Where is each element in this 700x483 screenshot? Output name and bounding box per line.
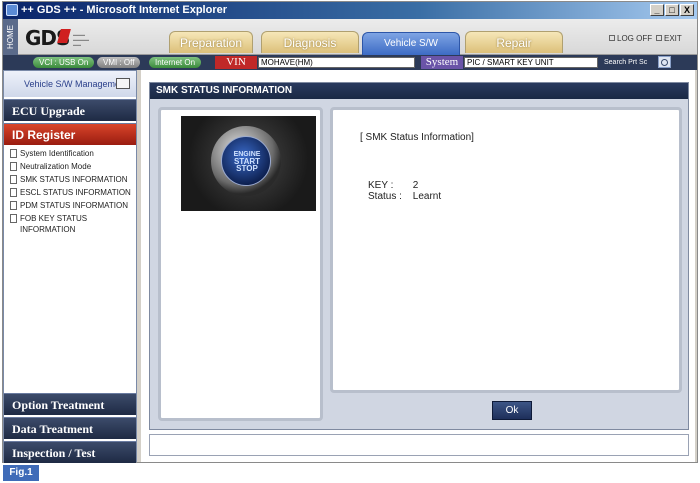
exit-icon xyxy=(656,35,662,41)
sidebar-item-fob-key-status[interactable]: FOB KEY STATUS INFORMATION xyxy=(10,213,118,235)
document-icon xyxy=(10,214,17,223)
sidebar-item-label: Neutralization Mode xyxy=(20,162,92,171)
sidebar-section-data-treatment[interactable]: Data Treatment xyxy=(4,417,136,439)
exit-label: EXIT xyxy=(664,34,682,43)
start-stop-ring-icon: ENGINE START STOP xyxy=(211,126,281,196)
logo-subtext-icon: ▬▬▬ ▬▬▬▬ ▬▬ xyxy=(73,32,89,47)
status-info-heading: [ SMK Status Information] xyxy=(360,132,474,143)
panel-title: SMK STATUS INFORMATION xyxy=(150,83,688,99)
key-count-value: 2 xyxy=(412,180,419,191)
search-print-links: Search Prt Sc xyxy=(604,57,647,68)
vin-field: MOHAVE(HM) xyxy=(258,57,415,68)
tab-diagnosis[interactable]: Diagnosis xyxy=(261,31,359,53)
folder-icon xyxy=(116,78,130,89)
vci-status-badge: VCI : USB On xyxy=(33,57,95,68)
figure-label: Fig.1 xyxy=(3,465,39,481)
vmi-status-badge: VMI : Off xyxy=(97,57,141,68)
maximize-button[interactable]: □ xyxy=(665,4,679,16)
document-icon xyxy=(10,175,17,184)
document-icon xyxy=(10,201,17,210)
start-stop-face-icon: ENGINE START STOP xyxy=(221,136,271,186)
start-stop-button-photo: ENGINE START STOP xyxy=(181,116,316,211)
window-title: ++ GDS ++ - Microsoft Internet Explorer xyxy=(21,4,227,16)
sidebar-item-label: SMK STATUS INFORMATION xyxy=(20,175,128,184)
status-info-bar: VCI : USB On VMI : Off Internet On VIN M… xyxy=(3,55,697,70)
tab-vehicle-sw-management[interactable]: Vehicle S/W Management xyxy=(362,32,460,71)
system-label: System xyxy=(421,56,463,69)
tab-preparation[interactable]: Preparation xyxy=(169,31,253,53)
status-label: Status : xyxy=(368,191,402,202)
sidebar-section-ecu-upgrade[interactable]: ECU Upgrade xyxy=(4,99,136,121)
sidebar-section-id-register[interactable]: ID Register xyxy=(4,123,136,145)
search-icon[interactable] xyxy=(658,56,671,68)
print-screen-link[interactable]: Prt Sc xyxy=(628,59,647,66)
sidebar: Vehicle S/W Management ECU Upgrade ID Re… xyxy=(3,70,137,463)
sidebar-item-label: System Identification xyxy=(20,149,94,158)
window-controls: _ □ X xyxy=(650,4,694,16)
sidebar-item-system-identification[interactable]: System Identification xyxy=(10,148,136,159)
close-button[interactable]: X xyxy=(680,4,694,16)
image-container: ENGINE START STOP xyxy=(158,107,323,421)
logoff-label: LOG OFF xyxy=(617,34,653,43)
sidebar-item-label: ESCL STATUS INFORMATION xyxy=(20,188,131,197)
document-icon xyxy=(10,188,17,197)
tab-repair[interactable]: Repair xyxy=(465,31,563,53)
system-field: PIC / SMART KEY UNIT xyxy=(464,57,598,68)
status-info-box: [ SMK Status Information] KEY : 2 Status… xyxy=(330,107,682,393)
search-link[interactable]: Search xyxy=(604,59,626,66)
window-title-bar: ++ GDS ++ - Microsoft Internet Explorer … xyxy=(3,2,697,19)
document-icon xyxy=(10,149,17,158)
logoff-icon xyxy=(609,35,615,41)
internet-status-badge: Internet On xyxy=(149,57,202,68)
main-content: SMK STATUS INFORMATION ENGINE START STOP xyxy=(141,70,695,462)
sidebar-item-pdm-status[interactable]: PDM STATUS INFORMATION xyxy=(10,200,136,211)
sidebar-heading[interactable]: Vehicle S/W Management xyxy=(4,71,136,97)
start-stop-text: ENGINE START STOP xyxy=(222,151,272,173)
sidebar-heading-label: Vehicle S/W Management xyxy=(24,79,128,89)
sidebar-section-inspection-test[interactable]: Inspection / Test xyxy=(4,441,136,463)
sidebar-item-label: FOB KEY STATUS INFORMATION xyxy=(20,214,88,234)
status-row: Status : Learnt xyxy=(368,191,441,202)
ok-button[interactable]: Ok xyxy=(492,401,532,420)
document-icon xyxy=(10,162,17,171)
sidebar-item-neutralization-mode[interactable]: Neutralization Mode xyxy=(10,161,136,172)
bottom-status-strip xyxy=(149,434,689,456)
key-count-label: KEY : xyxy=(368,180,394,191)
home-tab[interactable]: HOME xyxy=(3,19,18,55)
sidebar-item-smk-status[interactable]: SMK STATUS INFORMATION xyxy=(10,174,136,185)
internet-explorer-icon xyxy=(6,4,18,16)
sidebar-item-label: PDM STATUS INFORMATION xyxy=(20,201,128,210)
sidebar-item-escl-status[interactable]: ESCL STATUS INFORMATION xyxy=(10,187,136,198)
app-header: HOME GDS ▬▬▬ ▬▬▬▬ ▬▬ Preparation Diagnosis… xyxy=(3,19,697,71)
screenshot-root: ++ GDS ++ - Microsoft Internet Explorer … xyxy=(0,0,700,483)
exit-link[interactable]: EXIT xyxy=(656,34,682,43)
logoff-link[interactable]: LOG OFF xyxy=(609,34,652,43)
sidebar-section-option-treatment[interactable]: Option Treatment xyxy=(4,393,136,415)
button-text-stop: STOP xyxy=(236,164,258,173)
status-value: Learnt xyxy=(412,191,442,202)
minimize-button[interactable]: _ xyxy=(650,4,664,16)
key-count-row: KEY : 2 xyxy=(368,180,418,191)
smk-status-panel: SMK STATUS INFORMATION ENGINE START STOP xyxy=(149,82,689,430)
vin-label: VIN xyxy=(215,56,257,69)
